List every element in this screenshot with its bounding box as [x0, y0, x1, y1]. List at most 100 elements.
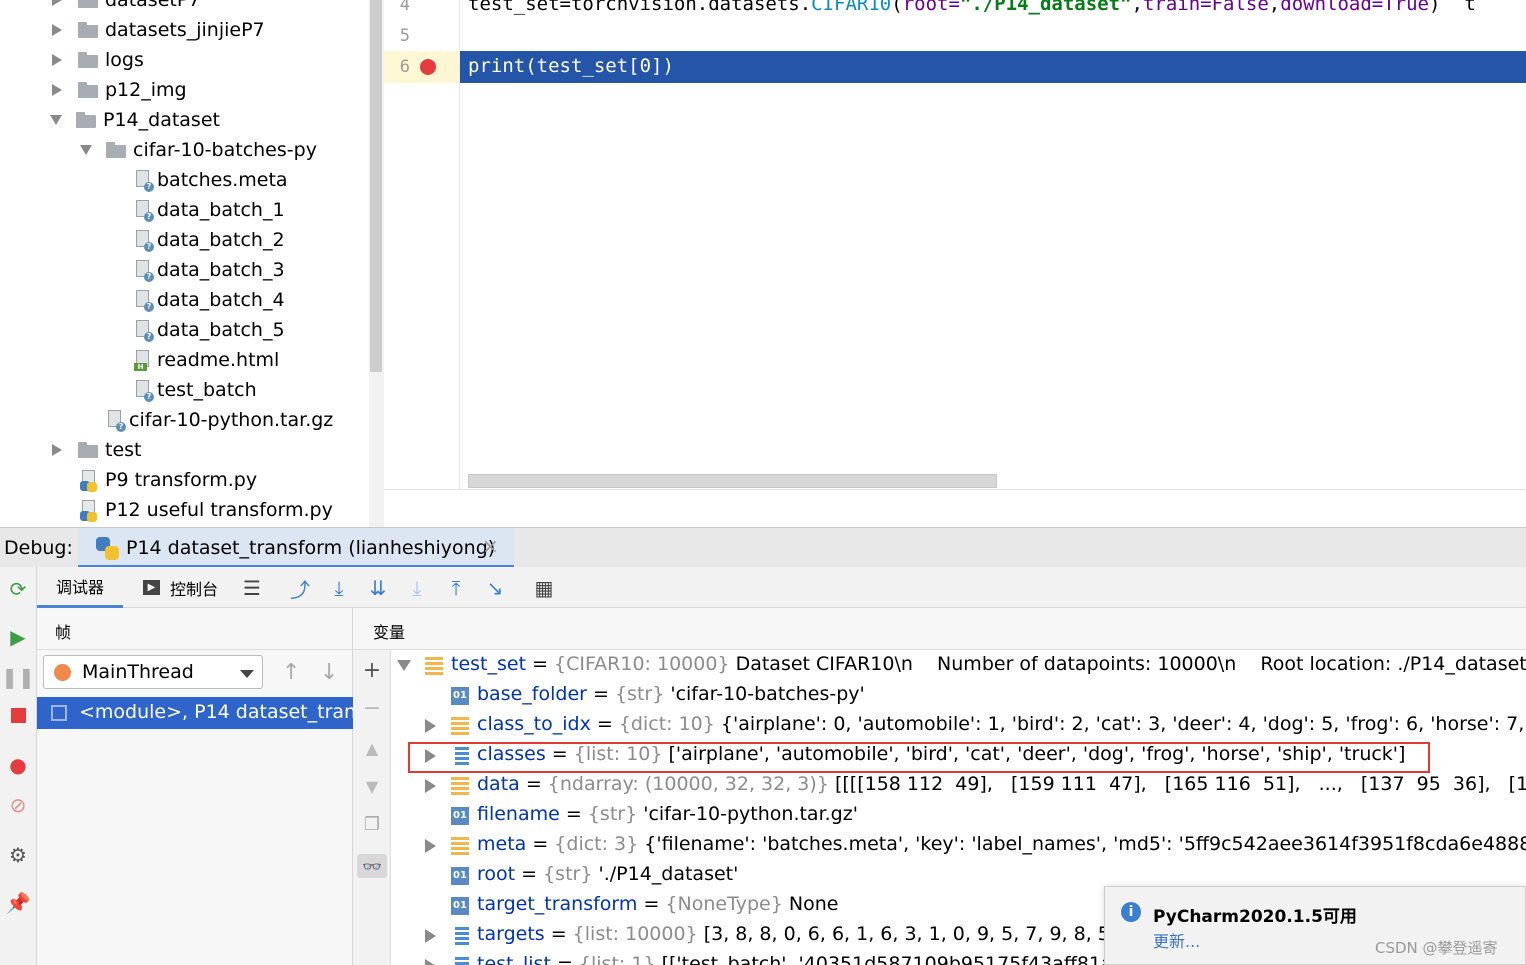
chevron-down-icon[interactable] [50, 115, 62, 125]
variable-row[interactable]: 01 base_folder = {str} 'cifar-10-batches-… [391, 681, 1526, 711]
chevron-right-icon[interactable] [425, 929, 436, 943]
code-token: test_set=torchvision.datasets. [468, 0, 812, 15]
close-icon[interactable]: × [482, 534, 499, 558]
chevron-right-icon[interactable] [52, 54, 62, 66]
tree-item[interactable]: ? data_batch_3 [108, 255, 285, 285]
chevron-right-icon[interactable] [425, 719, 436, 733]
step-into-my-code-icon[interactable]: ⤓ [404, 575, 430, 601]
arrow-down-icon[interactable]: ↓ [320, 660, 338, 685]
variable-row[interactable]: data = {ndarray: (10000, 32, 32, 3)} [[[… [391, 771, 1526, 801]
tree-item[interactable]: ? test_batch [108, 375, 257, 405]
chevron-down-icon[interactable] [397, 660, 411, 671]
update-notification[interactable]: i PyCharm2020.1.5可用 更新... CSDN @攀登遥寄 [1104, 886, 1526, 965]
tree-item-label: readme.html [157, 349, 280, 371]
update-link[interactable]: 更新... [1153, 928, 1200, 952]
tree-item[interactable]: ? data_batch_5 [108, 315, 285, 345]
tree-item[interactable]: datasetP7 [50, 0, 200, 15]
thread-selector[interactable]: MainThread [43, 655, 263, 689]
variable-name: test_list [477, 953, 551, 965]
tree-item[interactable]: datasets_jinjieP7 [50, 15, 265, 45]
code-editor[interactable]: test_set=torchvision.datasets.CIFAR10(ro… [460, 0, 1526, 490]
code-line-6[interactable]: print(test_set[0]) [468, 55, 674, 77]
mute-breakpoints-icon[interactable]: ⊘ [6, 793, 30, 817]
variable-eq: = [559, 803, 588, 825]
breakpoint-icon[interactable] [420, 59, 436, 75]
tree-item[interactable]: ? cifar-10-python.tar.gz [80, 405, 333, 435]
editor-gutter[interactable]: 4 5 6 [384, 0, 460, 490]
tree-item-label: data_batch_5 [157, 319, 285, 341]
variable-row[interactable]: test_set = {CIFAR10: 10000} Dataset CIFA… [391, 651, 1526, 681]
layout-menu-icon[interactable]: ☰ [239, 575, 265, 601]
tree-item[interactable]: P14_dataset [50, 105, 220, 135]
folder-icon [78, 442, 98, 458]
tree-item[interactable]: P12 useful transform.py [50, 495, 333, 522]
editor-bottom-border [384, 489, 1526, 490]
stop-icon[interactable] [6, 703, 30, 727]
tree-item[interactable]: P9 transform.py [50, 465, 257, 495]
move-down-icon[interactable]: ▼ [360, 774, 384, 798]
tab-console[interactable]: ▶ 控制台 [143, 567, 218, 608]
tree-item[interactable]: ? data_batch_2 [108, 225, 285, 255]
add-watch-icon[interactable]: + [360, 658, 384, 683]
variable-row[interactable]: 01 filename = {str} 'cifar-10-python.tar.… [391, 801, 1526, 831]
arrow-up-icon[interactable]: ↑ [282, 660, 300, 685]
unknown-file-icon: ? [134, 259, 154, 282]
editor-horizontal-scrollbar[interactable] [468, 474, 997, 488]
tree-item[interactable]: logs [50, 45, 144, 75]
remove-watch-icon[interactable]: − [360, 696, 384, 721]
code-token-bool: True [1383, 0, 1429, 15]
console-icon: ▶ [143, 580, 160, 595]
scrollbar-thumb[interactable] [370, 0, 382, 372]
project-tree-scrollbar[interactable] [369, 0, 384, 527]
variable-value: './P14_dataset' [598, 863, 739, 885]
step-into-icon[interactable]: ⇊ [365, 575, 391, 601]
show-execution-point-icon[interactable]: ⤴ [287, 575, 313, 602]
pin-icon[interactable]: 📌 [6, 891, 31, 915]
tree-item[interactable]: ? data_batch_4 [108, 285, 285, 315]
variable-row[interactable]: class_to_idx = {dict: 10} {'airplane': 0… [391, 711, 1526, 741]
tree-item[interactable]: p12_img [50, 75, 187, 105]
chevron-down-icon[interactable] [80, 145, 92, 155]
project-tree[interactable]: datasetP7 datasets_jinjieP7 logs p12_img P14… [0, 0, 369, 522]
chevron-right-icon[interactable] [52, 24, 62, 36]
tab-debugger[interactable]: 调试器 [37, 567, 123, 608]
tree-item[interactable]: ? data_batch_1 [108, 195, 285, 225]
view-breakpoints-icon[interactable]: ● [6, 753, 30, 777]
debug-session-tab[interactable]: P14 dataset_transform (lianheshiyong) × [78, 528, 514, 568]
variable-eq: = [550, 953, 579, 965]
code-token-kwarg: download= [1280, 0, 1384, 15]
variable-row[interactable]: meta = {dict: 3} {'filename': 'batches.m… [391, 831, 1526, 861]
tree-item[interactable]: cifar-10-batches-py [80, 135, 317, 165]
tree-item[interactable]: Hreadme.html [108, 345, 279, 375]
debug-label: Debug: [4, 537, 73, 559]
chevron-right-icon[interactable] [52, 0, 62, 6]
evaluate-expression-icon[interactable]: ▦ [531, 575, 557, 601]
chevron-right-icon[interactable] [425, 959, 436, 965]
tree-item-label: P12 useful transform.py [105, 499, 333, 521]
run-to-cursor-icon[interactable]: ↘ [482, 575, 508, 601]
glasses-icon[interactable]: 👓 [357, 854, 387, 878]
variable-eq: = [519, 773, 548, 795]
variable-name: filename [477, 803, 560, 825]
copy-icon[interactable]: ❐ [360, 812, 384, 836]
tree-item[interactable]: test [50, 435, 142, 465]
frame-item[interactable]: <module>, P14 dataset_transform.py [37, 697, 353, 729]
pause-icon[interactable]: ❚❚ [1, 665, 35, 689]
rerun-icon[interactable]: ⟳ [6, 577, 30, 601]
settings-icon[interactable]: ⚙ [6, 843, 30, 867]
code-token-kwarg: root= [902, 0, 960, 15]
tree-item[interactable]: ? batches.meta [108, 165, 288, 195]
variable-type: {str} [543, 863, 593, 885]
chevron-right-icon[interactable] [425, 839, 436, 853]
step-over-icon[interactable]: ⤓ [326, 575, 352, 601]
step-out-icon[interactable]: ⤒ [443, 575, 469, 601]
tree-item-label: data_batch_4 [157, 289, 285, 311]
chevron-right-icon[interactable] [425, 779, 436, 793]
code-line-4[interactable]: test_set=torchvision.datasets.CIFAR10(ro… [468, 0, 1476, 15]
chevron-right-icon[interactable] [52, 84, 62, 96]
chevron-right-icon[interactable] [52, 444, 62, 456]
resume-icon[interactable]: ▶ [6, 625, 30, 649]
move-up-icon[interactable]: ▲ [360, 736, 384, 760]
line-number-6: 6 [399, 57, 410, 77]
primitive-value-icon: 01 [451, 687, 469, 705]
